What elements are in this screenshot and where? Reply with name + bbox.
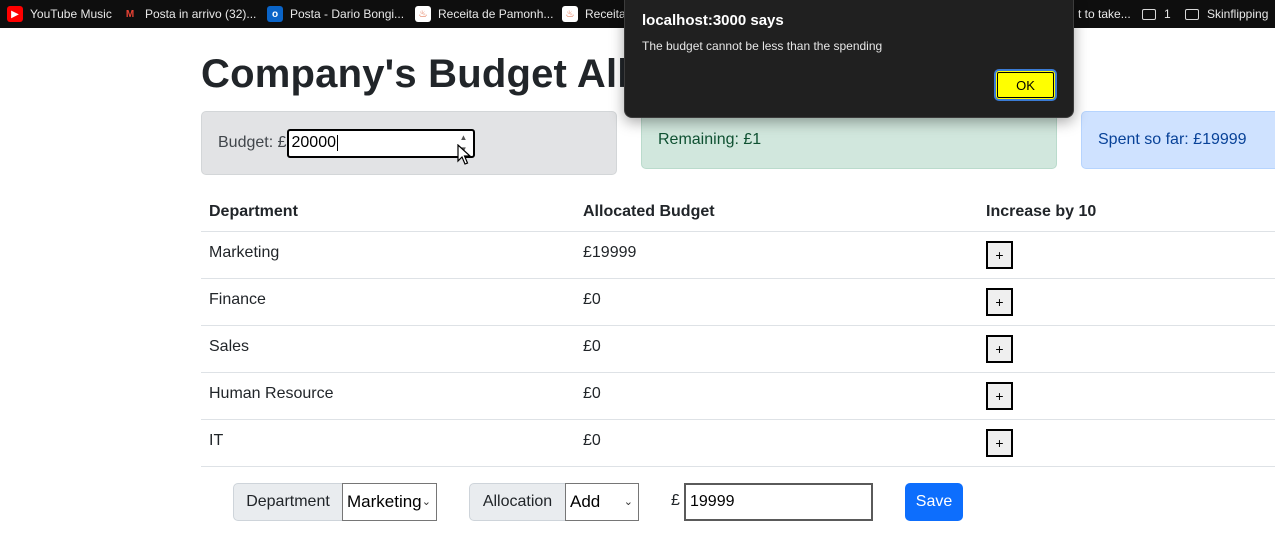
budget-label: Budget: £ (218, 134, 287, 151)
department-cell: Marketing (209, 244, 280, 261)
bookmark-receita-2[interactable]: ♨ Receita (562, 0, 626, 28)
department-cell: Finance (209, 291, 266, 308)
bookmark-gmail[interactable]: M Posta in arrivo (32)... (122, 0, 257, 28)
increase-button[interactable]: + (986, 288, 1013, 316)
header-allocated-budget: Allocated Budget (583, 203, 715, 220)
header-increase: Increase by 10 (986, 203, 1097, 220)
ok-button[interactable]: OK (994, 69, 1057, 101)
allocation-select[interactable]: Add ⌄ (565, 483, 639, 521)
spinner-up-icon[interactable]: ▲ (460, 133, 468, 142)
table-row: IT £0 + (201, 420, 1275, 467)
bookmark-label: Skinflipping (1207, 7, 1269, 21)
budget-cell: £0 (583, 338, 601, 355)
bookmark-youtube-music[interactable]: ▶ YouTube Music (7, 0, 112, 28)
bookmark-take[interactable]: t to take... (1078, 0, 1131, 28)
table-row: Finance £0 + (201, 279, 1275, 326)
page-title: Company's Budget Allo (201, 52, 654, 96)
department-select[interactable]: Marketing ⌄ (342, 483, 437, 521)
budget-input[interactable]: 20000 ▲ ▼ (286, 128, 475, 158)
table-row: Human Resource £0 + (201, 373, 1275, 420)
amount-input[interactable]: 19999 (684, 483, 873, 521)
increase-button[interactable]: + (986, 429, 1013, 457)
table-row: Sales £0 + (201, 326, 1275, 373)
bookmark-label: Posta in arrivo (32)... (145, 7, 257, 21)
text-caret (337, 135, 338, 151)
bookmark-label: Posta - Dario Bongi... (290, 7, 405, 21)
save-button[interactable]: Save (905, 483, 963, 521)
budget-cell: £0 (583, 291, 601, 308)
budget-input-value: 20000 (291, 134, 337, 151)
allocation-form: Department Marketing ⌄ Allocation Add ⌄ … (0, 483, 1275, 521)
department-cell: IT (209, 432, 224, 449)
bookmark-folder-1[interactable]: 1 (1142, 0, 1171, 28)
spent-card: Spent so far: £19999 (1081, 111, 1275, 169)
bookmark-label: Receita (585, 7, 626, 21)
bookmark-receita-1[interactable]: ♨ Receita de Pamonh... (415, 0, 553, 28)
remaining-text: Remaining: £1 (658, 131, 762, 148)
recipe-icon: ♨ (415, 6, 431, 22)
department-cell: Sales (209, 338, 250, 355)
bookmark-outlook[interactable]: o Posta - Dario Bongi... (267, 0, 404, 28)
budget-cell: £0 (583, 385, 601, 402)
recipe-icon: ♨ (562, 6, 578, 22)
folder-icon (1142, 8, 1156, 20)
outlook-icon: o (267, 6, 283, 22)
increase-button[interactable]: + (986, 382, 1013, 410)
dialog-message: The budget cannot be less than the spend… (642, 39, 883, 53)
header-department: Department (209, 203, 298, 220)
budget-cell: £0 (583, 432, 601, 449)
bookmark-skinflipping[interactable]: Skinflipping (1185, 0, 1268, 28)
bookmark-label: 1 (1164, 7, 1171, 21)
dialog-title: localhost:3000 says (642, 12, 784, 29)
department-select-value: Marketing (347, 492, 422, 511)
youtube-music-icon: ▶ (7, 6, 23, 22)
chevron-down-icon: ⌄ (623, 496, 633, 508)
department-cell: Human Resource (209, 385, 334, 402)
table-row: Marketing £19999 + (201, 232, 1275, 279)
remaining-card: Remaining: £1 (641, 111, 1057, 169)
department-label: Department (233, 483, 343, 521)
bookmark-label: YouTube Music (30, 7, 112, 21)
bookmark-label: Receita de Pamonh... (438, 7, 554, 21)
increase-button[interactable]: + (986, 241, 1013, 269)
budget-card: Budget: £ 20000 ▲ ▼ (201, 111, 617, 175)
spent-text: Spent so far: £19999 (1098, 131, 1247, 148)
table-header: Department Allocated Budget Increase by … (201, 193, 1275, 232)
folder-icon (1185, 8, 1199, 20)
gmail-icon: M (125, 8, 135, 20)
mouse-cursor-icon (457, 144, 471, 165)
increase-button[interactable]: + (986, 335, 1013, 363)
budget-cell: £19999 (583, 244, 637, 261)
allocation-table: Department Allocated Budget Increase by … (201, 193, 1275, 467)
chevron-down-icon: ⌄ (421, 496, 431, 508)
currency-symbol: £ (671, 492, 680, 509)
bookmark-label: t to take... (1078, 7, 1131, 21)
amount-input-value: 19999 (690, 493, 735, 510)
alert-dialog: localhost:3000 says The budget cannot be… (624, 0, 1074, 118)
allocation-label: Allocation (469, 483, 566, 521)
allocation-select-value: Add (570, 492, 601, 511)
